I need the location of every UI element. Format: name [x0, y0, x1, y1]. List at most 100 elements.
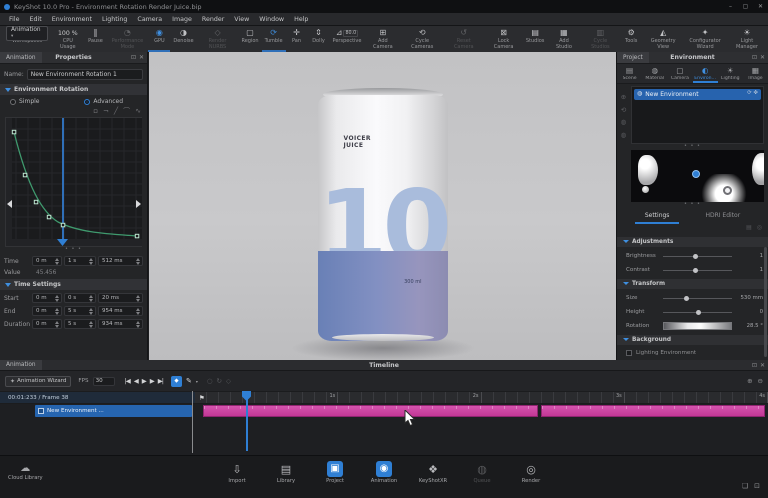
environment-rotation-pin[interactable] — [692, 170, 700, 178]
fullscreen-icon[interactable]: ⊡ — [754, 482, 760, 490]
spinner[interactable] — [54, 308, 60, 315]
material-icon[interactable]: ◍ — [621, 119, 627, 126]
curve-linear-icon[interactable]: ╱ — [114, 108, 118, 115]
minutes-input[interactable]: 0 m — [32, 319, 62, 329]
menu-item[interactable]: Image — [167, 16, 197, 23]
spinner[interactable] — [88, 295, 94, 302]
spinner[interactable] — [54, 295, 60, 302]
toolbar-button[interactable]: Animation Workspaces — [3, 26, 51, 52]
close-panel-icon[interactable]: ✕ — [139, 54, 144, 61]
lighting-environment-checkbox[interactable] — [626, 350, 632, 356]
texture-icon[interactable]: ▤ — [746, 225, 752, 233]
spinner[interactable] — [135, 321, 141, 328]
fps-input[interactable]: 30 — [93, 377, 115, 386]
height-value[interactable]: 0 — [736, 309, 763, 315]
animation-curve-editor[interactable] — [5, 117, 142, 247]
toolbar-button[interactable]: ✛ Pan — [286, 26, 308, 52]
dock-button[interactable]: ◉ Animation — [366, 461, 402, 484]
juice-can-model[interactable]: 10 VOICER JUICE 300 ml — [318, 88, 448, 344]
preview-resize-handle[interactable]: • • • — [617, 202, 768, 208]
toolbar-button[interactable]: ▢ Region — [238, 26, 261, 52]
toolbar-button[interactable]: ▤ Studios — [523, 26, 547, 52]
screenshot-icon[interactable]: ❏ — [742, 482, 748, 490]
spinner[interactable] — [88, 321, 94, 328]
menu-item[interactable]: File — [4, 16, 25, 23]
undock-icon[interactable]: ⊡ — [131, 54, 136, 61]
step-back-icon[interactable]: ◀ — [134, 378, 138, 385]
curve-spline-icon[interactable]: ∿ — [135, 108, 141, 115]
seconds-input[interactable]: 5 s — [64, 306, 96, 316]
contrast-value[interactable]: 1 — [736, 267, 763, 273]
toolbar-button[interactable]: 100 % CPU Usage — [51, 26, 84, 52]
toolbar-button[interactable]: ◔ Performance Mode — [106, 26, 148, 52]
project-tab-item[interactable]: ▢ Camera — [667, 65, 692, 83]
menu-item[interactable]: Render — [197, 16, 229, 23]
environment-rotation-section[interactable]: Environment Rotation — [0, 84, 147, 95]
spinner[interactable] — [88, 308, 94, 315]
panel-scrollbar[interactable] — [764, 247, 767, 357]
toolbar-button[interactable]: ⚙ Tools — [620, 26, 642, 52]
adjustments-section[interactable]: Adjustments — [617, 237, 768, 247]
step-forward-icon[interactable]: ▶ — [150, 378, 154, 385]
spinner[interactable] — [88, 258, 94, 265]
toolbar-button[interactable]: ▥ Cycle Studios — [581, 26, 621, 52]
dock-button[interactable]: ▣ Project — [317, 461, 353, 484]
dock-button[interactable]: ▤ Library — [268, 461, 304, 484]
project-tab-item[interactable]: ▦ Image — [743, 65, 768, 83]
toolbar-button[interactable]: ◉ GPU — [148, 26, 170, 52]
project-tab-item[interactable]: ◐ Environ... — [693, 65, 718, 83]
add-icon[interactable]: ⊕ — [621, 94, 626, 101]
menu-item[interactable]: Help — [289, 16, 313, 23]
animation-bar-segment[interactable] — [541, 405, 765, 417]
toolbar-button[interactable]: ⊞ Add Camera — [364, 26, 401, 52]
toolbar-button[interactable]: ⊿ 80.0 Perspective — [330, 26, 365, 52]
refresh-icon[interactable]: ⟳ — [747, 91, 751, 96]
undo-icon[interactable]: ⟲ — [621, 107, 626, 114]
size-slider[interactable] — [663, 294, 732, 302]
brightness-value[interactable]: 1 — [736, 253, 763, 259]
rotation-value[interactable]: 28.5 ° — [736, 323, 763, 329]
animation-tab[interactable]: Animation — [0, 360, 42, 370]
toolbar-button[interactable]: ‖ Pause — [84, 26, 106, 52]
close-panel-icon[interactable]: ✕ — [760, 54, 765, 61]
realtime-viewport[interactable]: 10 VOICER JUICE 300 ml — [149, 52, 616, 360]
undock-icon[interactable]: ⊡ — [752, 362, 757, 369]
dock-button[interactable]: ◍ Queue — [464, 461, 500, 484]
toolbar-button[interactable]: ⟳ Tumble — [262, 26, 286, 52]
spinner[interactable] — [54, 258, 60, 265]
time-seconds-input[interactable]: 1 s — [64, 256, 96, 266]
hdri-editor-subtab[interactable]: HDRI Editor — [695, 211, 750, 224]
contrast-slider[interactable] — [663, 266, 732, 274]
toolbar-button[interactable]: ⟲ Cycle Cameras — [401, 26, 443, 52]
spinner[interactable] — [135, 258, 141, 265]
environment-preview[interactable] — [631, 150, 764, 202]
toolbar-button[interactable]: ☀ Light Manager — [726, 26, 768, 52]
spinner[interactable] — [135, 295, 141, 302]
ruler-tick[interactable]: 3s — [482, 392, 625, 403]
animation-bar-segment[interactable] — [203, 405, 538, 417]
time-minutes-input[interactable]: 0 m — [32, 256, 62, 266]
brush-icon[interactable]: ✎ — [186, 377, 192, 385]
simple-radio[interactable]: Simple — [10, 98, 40, 105]
animation-tab[interactable]: Animation — [0, 52, 42, 63]
environment-list-item[interactable]: ◍ New Environment ⟳✜ — [634, 89, 761, 100]
toolbar-button[interactable]: ⊠ Lock Camera — [484, 26, 523, 52]
track-label[interactable]: New Environment ... — [35, 405, 192, 417]
toolbar-button[interactable]: ⇕ Dolly — [308, 26, 330, 52]
menu-item[interactable]: Environment — [47, 16, 97, 23]
menu-item[interactable]: Window — [254, 16, 289, 23]
seconds-input[interactable]: 0 s — [64, 293, 96, 303]
track-checkbox[interactable] — [38, 408, 44, 414]
toolbar-button[interactable]: ◑ Denoise — [170, 26, 196, 52]
keyframe-lock-button[interactable]: ◆ — [171, 376, 182, 387]
ruler-track[interactable]: ⚑ 1s2s3s4s — [195, 392, 768, 403]
spinner[interactable] — [135, 308, 141, 315]
animation-wizard-button[interactable]: ✦ Animation Wizard — [5, 376, 71, 387]
time-milliseconds-input[interactable]: 512 ms — [98, 256, 143, 266]
menu-item[interactable]: Edit — [25, 16, 47, 23]
project-tab[interactable]: Project — [617, 52, 649, 63]
close-panel-icon[interactable]: ✕ — [760, 362, 765, 369]
milliseconds-input[interactable]: 934 ms — [98, 319, 143, 329]
minimize-button[interactable]: – — [723, 0, 738, 13]
pin-icon[interactable]: ✜ — [754, 91, 758, 96]
